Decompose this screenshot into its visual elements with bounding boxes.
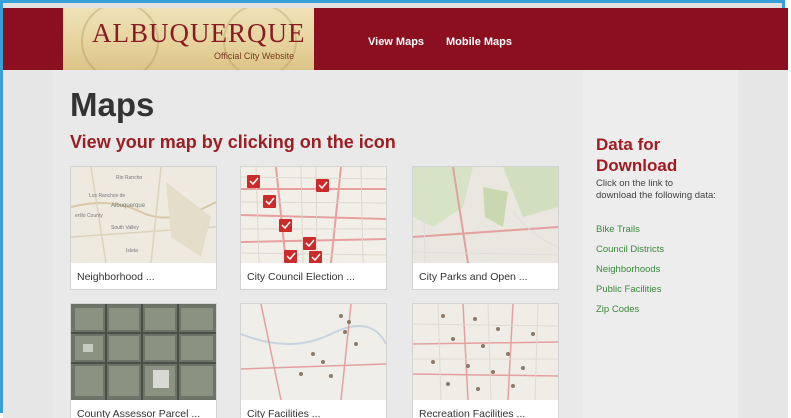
city-logo[interactable]: ALBUQUERQUE Official City Website bbox=[63, 8, 314, 70]
svg-text:Isleta: Isleta bbox=[126, 248, 138, 254]
parks-map-thumbnail bbox=[413, 167, 558, 263]
left-gutter bbox=[3, 58, 53, 418]
map-card-city-facilities[interactable]: City Facilities ... bbox=[241, 304, 386, 418]
page-subtitle: View your map by clicking on the icon bbox=[70, 132, 396, 152]
neighborhood-map-thumbnail: Rio Rancho Los Ranchos de Albuquerque er… bbox=[71, 167, 216, 263]
page-title: Maps bbox=[70, 86, 155, 123]
right-gutter bbox=[738, 58, 788, 418]
sidebar-heading-line2: Download bbox=[596, 156, 678, 175]
map-caption: Neighborhood ... bbox=[77, 271, 155, 283]
council-map-thumbnail bbox=[241, 167, 386, 263]
sidebar-heading: Data for Download bbox=[596, 134, 677, 176]
svg-text:Rio Rancho: Rio Rancho bbox=[116, 175, 142, 181]
logo-subtitle: Official City Website bbox=[214, 51, 295, 61]
download-link-council-districts[interactable]: Council Districts bbox=[596, 244, 664, 255]
map-card-neighborhood[interactable]: Rio Rancho Los Ranchos de Albuquerque er… bbox=[71, 167, 216, 289]
nav-mobile-maps[interactable]: Mobile Maps bbox=[446, 36, 512, 48]
map-caption: Recreation Facilities ... bbox=[419, 408, 526, 418]
svg-text:South Valley: South Valley bbox=[111, 225, 139, 231]
svg-text:erillo County: erillo County bbox=[75, 213, 103, 219]
svg-text:Los Ranchos de: Los Ranchos de bbox=[89, 193, 125, 199]
site-header: ALBUQUERQUE Official City Website View M… bbox=[3, 8, 788, 70]
map-caption: County Assessor Parcel ... bbox=[77, 408, 201, 418]
download-link-bike-trails[interactable]: Bike Trails bbox=[596, 224, 640, 235]
sidebar-heading-line1: Data for bbox=[596, 135, 661, 154]
aerial-map-thumbnail bbox=[71, 304, 216, 400]
map-caption: City Council Election ... bbox=[247, 271, 355, 283]
map-caption: City Parks and Open ... bbox=[419, 271, 528, 283]
svg-text:Albuquerque: Albuquerque bbox=[111, 203, 146, 209]
map-card-city-parks[interactable]: City Parks and Open ... bbox=[413, 167, 558, 289]
recreation-map-thumbnail bbox=[413, 304, 558, 400]
map-caption: City Facilities ... bbox=[247, 408, 321, 418]
download-link-neighborhoods[interactable]: Neighborhoods bbox=[596, 264, 660, 275]
nav-view-maps[interactable]: View Maps bbox=[368, 36, 424, 48]
facilities-map-thumbnail bbox=[241, 304, 386, 400]
download-link-public-facilities[interactable]: Public Facilities bbox=[596, 284, 661, 295]
map-card-city-council[interactable]: City Council Election ... bbox=[241, 167, 386, 289]
sidebar-description: Click on the link to download the follow… bbox=[596, 178, 716, 201]
map-card-recreation-facilities[interactable]: Recreation Facilities ... bbox=[413, 304, 558, 418]
logo-title: ALBUQUERQUE bbox=[92, 18, 306, 48]
download-link-zip-codes[interactable]: Zip Codes bbox=[596, 304, 639, 315]
map-card-assessor-parcel[interactable]: County Assessor Parcel ... bbox=[71, 304, 216, 418]
